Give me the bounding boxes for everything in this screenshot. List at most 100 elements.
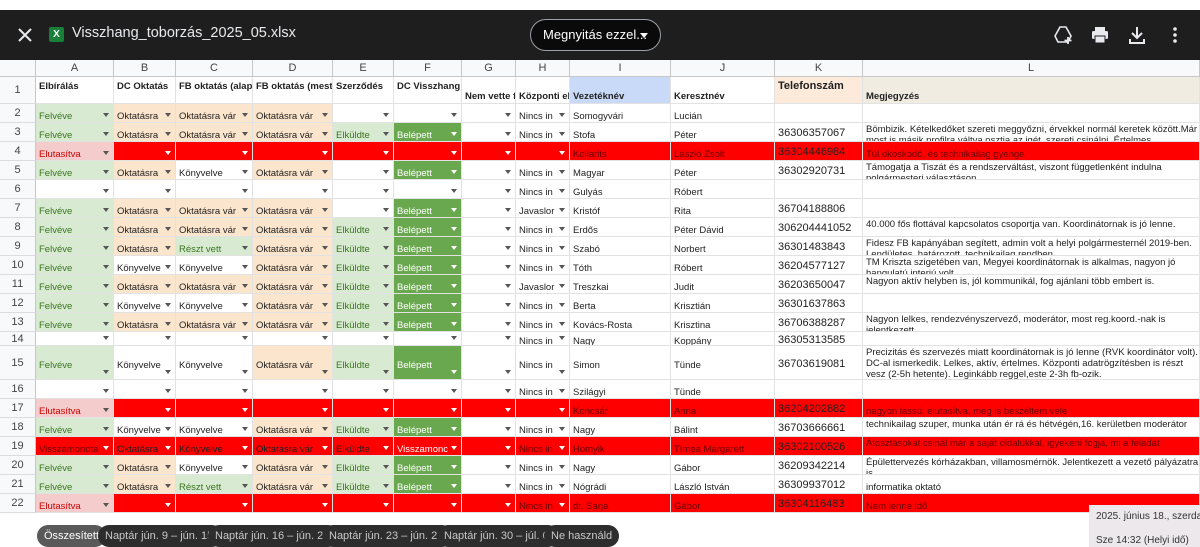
contract-dropdown[interactable]: Elküldte <box>333 237 394 256</box>
dropdown-arrow-icon[interactable] <box>559 503 565 507</box>
dropdown-arrow-icon[interactable] <box>322 265 328 269</box>
phone-cell[interactable]: 36305313585 <box>775 332 863 346</box>
phone-cell[interactable]: 36302920731 <box>775 161 863 180</box>
first-name-cell[interactable]: Gábor <box>671 456 775 475</box>
phone-cell[interactable]: 36306357067 <box>775 123 863 142</box>
contract-dropdown[interactable]: Elküldte <box>333 313 394 332</box>
dropdown-arrow-icon[interactable] <box>165 446 171 450</box>
dropdown-arrow-icon[interactable] <box>103 303 109 307</box>
dropdown-arrow-icon[interactable] <box>559 170 565 174</box>
sheet-tab[interactable]: Ne használd <box>544 525 620 547</box>
dropdown-arrow-icon[interactable] <box>505 503 511 507</box>
dropdown-arrow-icon[interactable] <box>383 151 389 155</box>
not-picked-up-dropdown[interactable] <box>462 161 516 180</box>
fb-training-master-dropdown[interactable]: Oktatásra vár <box>253 437 333 456</box>
phone-cell[interactable]: 36204577127 <box>775 256 863 275</box>
note-cell[interactable]: Precizitás és szervezés miatt koordináto… <box>863 346 1200 380</box>
dropdown-arrow-icon[interactable] <box>383 208 389 212</box>
dropdown-arrow-icon[interactable] <box>383 303 389 307</box>
dropdown-arrow-icon[interactable] <box>322 284 328 288</box>
first-name-cell[interactable]: Krisztián <box>671 294 775 313</box>
fb-training-master-dropdown[interactable] <box>253 494 333 513</box>
sheet-tab[interactable]: Naptár jún. 16 – jún. 22. <box>208 525 340 547</box>
contract-dropdown[interactable] <box>333 380 394 399</box>
dropdown-arrow-icon[interactable] <box>103 427 109 431</box>
dc-member-dropdown[interactable] <box>394 104 462 123</box>
dropdown-arrow-icon[interactable] <box>322 227 328 231</box>
dropdown-arrow-icon[interactable] <box>559 189 565 193</box>
download-icon[interactable] <box>1126 24 1148 46</box>
fb-training-master-dropdown[interactable]: Oktatásra vár <box>253 475 333 494</box>
status-dropdown[interactable]: Felvéve <box>36 275 114 294</box>
dropdown-arrow-icon[interactable] <box>383 227 389 231</box>
dc-training-dropdown[interactable]: Oktatásra <box>114 218 176 237</box>
dropdown-arrow-icon[interactable] <box>322 151 328 155</box>
dropdown-arrow-icon[interactable] <box>559 303 565 307</box>
dropdown-arrow-icon[interactable] <box>103 151 109 155</box>
first-name-cell[interactable]: Péter Dávid <box>671 218 775 237</box>
row-header[interactable]: 3 <box>0 123 36 142</box>
dropdown-arrow-icon[interactable] <box>165 408 171 412</box>
fb-training-master-dropdown[interactable]: Oktatásra vár <box>253 294 333 313</box>
dropdown-arrow-icon[interactable] <box>103 446 109 450</box>
dropdown-arrow-icon[interactable] <box>505 208 511 212</box>
note-cell[interactable]: technikailag szuper, munka után ér rá és… <box>863 418 1200 437</box>
not-picked-up-dropdown[interactable] <box>462 237 516 256</box>
note-cell[interactable] <box>863 199 1200 218</box>
dropdown-arrow-icon[interactable] <box>103 265 109 269</box>
dropdown-arrow-icon[interactable] <box>383 322 389 326</box>
first-name-cell[interactable]: Péter <box>671 123 775 142</box>
fb-training-basic-dropdown[interactable]: Könyvelve <box>176 161 253 180</box>
note-cell[interactable] <box>863 332 1200 346</box>
central-check-dropdown[interactable]: Nincs in <box>516 313 570 332</box>
dropdown-arrow-icon[interactable] <box>559 246 565 250</box>
dropdown-arrow-icon[interactable] <box>165 227 171 231</box>
status-dropdown[interactable] <box>36 180 114 199</box>
phone-cell[interactable]: 36302100526 <box>775 437 863 456</box>
not-picked-up-dropdown[interactable] <box>462 104 516 123</box>
dropdown-arrow-icon[interactable] <box>103 465 109 469</box>
first-name-cell[interactable]: Tünde <box>671 346 775 380</box>
note-cell[interactable]: Nagyon aktív helyben is, jól kommunikál,… <box>863 275 1200 294</box>
not-picked-up-dropdown[interactable] <box>462 180 516 199</box>
dropdown-arrow-icon[interactable] <box>103 189 109 193</box>
not-picked-up-dropdown[interactable] <box>462 346 516 380</box>
contract-dropdown[interactable]: Elküldte <box>333 275 394 294</box>
dropdown-arrow-icon[interactable] <box>383 484 389 488</box>
contract-dropdown[interactable] <box>333 104 394 123</box>
dropdown-arrow-icon[interactable] <box>103 322 109 326</box>
dropdown-arrow-icon[interactable] <box>242 227 248 231</box>
contract-dropdown[interactable]: Elküldte <box>333 218 394 237</box>
fb-training-master-dropdown[interactable]: Oktatásra vár <box>253 418 333 437</box>
dropdown-arrow-icon[interactable] <box>322 446 328 450</box>
dropdown-arrow-icon[interactable] <box>383 170 389 174</box>
not-picked-up-dropdown[interactable] <box>462 123 516 142</box>
dropdown-arrow-icon[interactable] <box>242 427 248 431</box>
dc-training-dropdown[interactable]: Oktatásra <box>114 161 176 180</box>
dropdown-arrow-icon[interactable] <box>505 322 511 326</box>
central-check-dropdown[interactable]: Nincs in <box>516 180 570 199</box>
dc-training-dropdown[interactable] <box>114 399 176 418</box>
dropdown-arrow-icon[interactable] <box>451 389 457 393</box>
dc-training-dropdown[interactable]: Oktatásra <box>114 199 176 218</box>
dropdown-arrow-icon[interactable] <box>103 132 109 136</box>
dropdown-arrow-icon[interactable] <box>322 113 328 117</box>
fb-training-basic-dropdown[interactable] <box>176 380 253 399</box>
fb-training-basic-dropdown[interactable] <box>176 494 253 513</box>
dc-training-dropdown[interactable]: Oktatásra <box>114 475 176 494</box>
first-name-cell[interactable]: Norbert <box>671 237 775 256</box>
dropdown-arrow-icon[interactable] <box>559 227 565 231</box>
first-name-cell[interactable]: Róbert <box>671 256 775 275</box>
dropdown-arrow-icon[interactable] <box>242 208 248 212</box>
last-name-cell[interactable]: Kovács-Rosta <box>570 313 671 332</box>
last-name-cell[interactable]: Kristóf <box>570 199 671 218</box>
last-name-cell[interactable]: Simon <box>570 346 671 380</box>
dropdown-arrow-icon[interactable] <box>505 189 511 193</box>
not-picked-up-dropdown[interactable] <box>462 313 516 332</box>
dropdown-arrow-icon[interactable] <box>505 113 511 117</box>
last-name-cell[interactable]: Tóth <box>570 256 671 275</box>
dc-training-dropdown[interactable]: Oktatásra <box>114 437 176 456</box>
dropdown-arrow-icon[interactable] <box>505 427 511 431</box>
fb-training-master-dropdown[interactable]: Oktatásra vár <box>253 161 333 180</box>
dc-training-dropdown[interactable]: Oktatásra <box>114 237 176 256</box>
